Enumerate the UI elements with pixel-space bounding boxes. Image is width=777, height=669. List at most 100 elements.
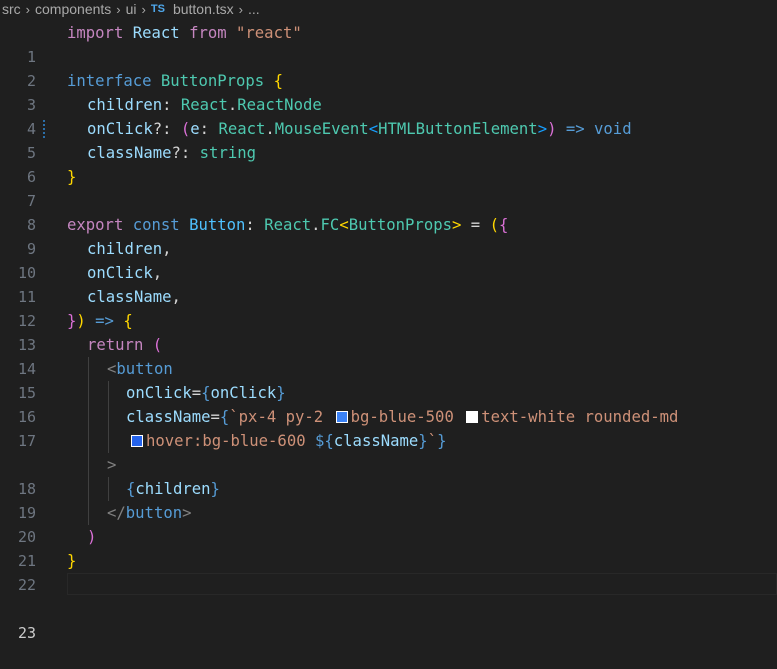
code-token: =>: [556, 120, 595, 138]
code-token: children: [87, 96, 163, 114]
code-line[interactable]: 10 children,: [0, 237, 777, 282]
code-line[interactable]: 14 return (: [0, 333, 777, 378]
code-line[interactable]: 5 onClick?: (e: React.MouseEvent<HTMLBut…: [0, 117, 777, 162]
code-text: className,: [87, 285, 181, 309]
code-token: {: [126, 480, 136, 498]
indent-guide: [108, 405, 109, 429]
code-token: className: [333, 432, 419, 450]
code-token: ?:: [152, 120, 181, 138]
code-token: {: [219, 408, 230, 426]
code-token: }: [67, 168, 77, 186]
code-token: const: [132, 216, 180, 234]
code-token: =: [461, 216, 490, 234]
code-token: ${: [315, 432, 334, 450]
code-token: }: [67, 312, 77, 330]
code-line[interactable]: 1 import React from "react": [0, 21, 777, 66]
code-token: </: [107, 504, 126, 522]
code-token: FC: [320, 216, 340, 234]
indent-guide: [88, 429, 89, 453]
code-line[interactable]: 16 onClick={onClick}: [0, 381, 777, 426]
indent-guide: [108, 477, 109, 501]
code-line[interactable]: 21 ): [0, 525, 777, 570]
indent-guide: [88, 405, 89, 429]
code-token: React: [264, 216, 312, 234]
code-token: .: [311, 216, 321, 234]
code-line[interactable]: 12 className,: [0, 285, 777, 330]
indent-guide: [108, 429, 109, 453]
code-token: =: [191, 384, 202, 402]
code-line[interactable]: 17 className={`px-4 py-2 bg-blue-500 tex…: [0, 405, 777, 450]
code-line[interactable]: 3 interface ButtonProps {: [0, 69, 777, 114]
code-token: ?:: [171, 144, 200, 162]
code-line[interactable]: 22 }: [0, 549, 777, 594]
code-line[interactable]: 7 }: [0, 165, 777, 210]
code-line[interactable]: 19 {children}: [0, 477, 777, 522]
breadcrumb-src[interactable]: src: [0, 1, 23, 17]
code-line-current[interactable]: 23: [0, 573, 777, 642]
current-line-highlight: [67, 573, 777, 595]
code-token: =>: [85, 312, 124, 330]
code-line[interactable]: 4 children: React.ReactNode: [0, 93, 777, 138]
code-token: text-white rounded-md: [481, 408, 679, 426]
code-token: React: [123, 24, 190, 42]
code-line[interactable]: 18 >: [0, 453, 777, 498]
code-token: return: [87, 336, 144, 354]
code-token: `px-4 py-2: [229, 408, 333, 426]
code-token: :: [162, 96, 181, 114]
code-token: "react": [226, 24, 302, 42]
breadcrumb-more[interactable]: ...: [246, 1, 262, 17]
code-token: button: [116, 360, 173, 378]
code-line[interactable]: 11 onClick,: [0, 261, 777, 306]
code-line[interactable]: 6 className?: string: [0, 141, 777, 186]
code-token: ): [76, 312, 86, 330]
color-swatch-icon[interactable]: [335, 411, 348, 423]
typescript-file-icon: TS: [150, 3, 165, 15]
color-swatch-icon[interactable]: [131, 435, 143, 447]
code-token: MouseEvent: [274, 120, 369, 138]
code-token: React: [180, 96, 228, 114]
code-token: hover:bg-blue-600: [146, 432, 315, 450]
code-line[interactable]: 13 }) => {: [0, 309, 777, 354]
code-text: {children}: [126, 477, 220, 501]
code-token: interface: [67, 72, 152, 90]
code-token: ButtonProps: [160, 72, 265, 90]
code-token: HTMLButtonElement: [378, 120, 538, 138]
code-token: onClick: [87, 120, 153, 138]
code-token: >: [452, 216, 462, 234]
code-line-wrapped[interactable]: hover:bg-blue-600 ${className}`}: [0, 429, 777, 453]
color-swatch-icon[interactable]: [466, 411, 479, 423]
code-editor[interactable]: 1 import React from "react" 2 3 interfac…: [0, 21, 777, 642]
code-token: }: [210, 480, 220, 498]
indent-guide: [108, 381, 109, 405]
code-token: ,: [171, 288, 181, 306]
code-text: ): [87, 525, 96, 549]
indent-guide: [88, 357, 89, 381]
code-line[interactable]: 20 </button>: [0, 501, 777, 546]
code-text: <button: [107, 357, 173, 381]
code-text: }: [67, 549, 76, 573]
code-text: >: [107, 453, 116, 477]
chevron-right-icon: ›: [25, 1, 31, 17]
breadcrumb-components[interactable]: components: [33, 1, 113, 17]
code-token: {: [123, 312, 133, 330]
code-line[interactable]: 8: [0, 189, 777, 234]
breadcrumb-ui[interactable]: ui: [124, 1, 139, 17]
breadcrumb-file[interactable]: button.tsx: [171, 1, 236, 17]
code-line[interactable]: 9 export const Button: React.FC<ButtonPr…: [0, 213, 777, 258]
code-token: string: [199, 144, 257, 162]
code-text: </button>: [107, 501, 192, 525]
code-line[interactable]: 15 <button: [0, 357, 777, 402]
line-number-active: 23: [17, 624, 36, 642]
code-token: onClick: [87, 264, 153, 282]
modified-line-indicator[interactable]: [43, 120, 45, 138]
code-token: className: [126, 408, 211, 426]
code-line[interactable]: 2: [0, 45, 777, 90]
code-text: }: [67, 165, 76, 189]
code-token: }: [67, 552, 77, 570]
code-token: Button: [189, 216, 246, 234]
code-text: }) => {: [67, 309, 133, 333]
code-text: onClick={onClick}: [126, 381, 286, 405]
